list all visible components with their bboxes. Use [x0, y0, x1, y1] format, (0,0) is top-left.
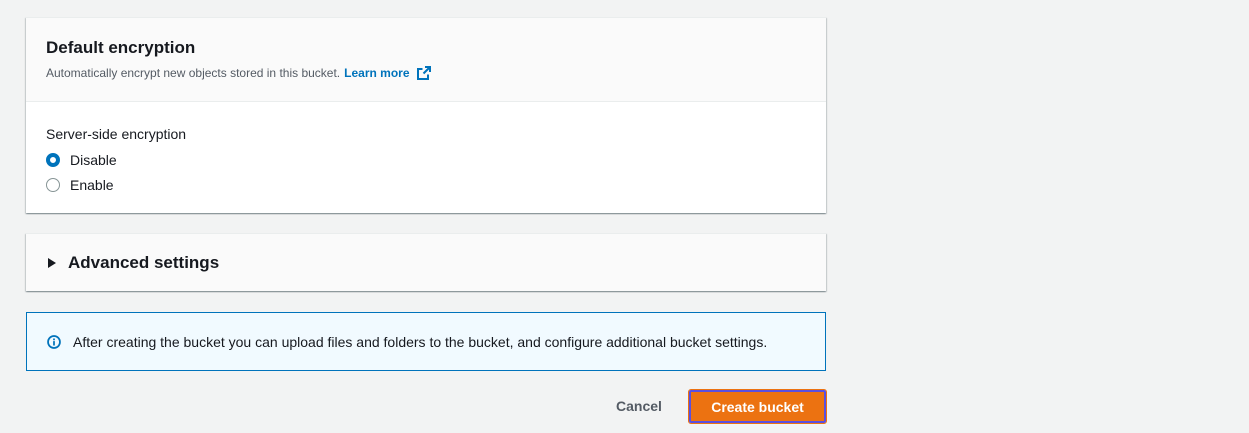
default-encryption-description: Automatically encrypt new objects stored…	[46, 65, 806, 81]
server-side-encryption-label: Server-side encryption	[46, 126, 187, 142]
learn-more-label: Learn more	[344, 66, 410, 80]
radio-disable[interactable]	[46, 152, 60, 167]
external-link-icon	[416, 66, 431, 80]
radio-option-disable[interactable]: Disable	[46, 147, 806, 172]
info-alert-text: After creating the bucket you can upload…	[73, 333, 768, 350]
radio-enable[interactable]	[46, 177, 60, 192]
info-alert: After creating the bucket you can upload…	[26, 312, 826, 371]
default-encryption-title: Default encryption	[46, 38, 196, 57]
description-text: Automatically encrypt new objects stored…	[46, 66, 341, 80]
default-encryption-body: Server-side encryption Disable Enable	[26, 102, 826, 197]
create-bucket-button[interactable]: Create bucket	[688, 389, 827, 424]
radio-enable-label: Enable	[70, 176, 114, 193]
advanced-settings-title: Advanced settings	[68, 252, 220, 272]
cancel-button[interactable]: Cancel	[606, 390, 672, 423]
learn-more-link[interactable]: Learn more	[344, 65, 431, 81]
info-icon	[47, 334, 61, 349]
default-encryption-panel: Default encryption Automatically encrypt…	[26, 17, 826, 213]
radio-option-enable[interactable]: Enable	[46, 172, 806, 197]
advanced-settings-expander[interactable]: Advanced settings	[26, 233, 826, 291]
default-encryption-header: Default encryption Automatically encrypt…	[26, 18, 826, 102]
radio-disable-label: Disable	[70, 151, 117, 168]
caret-right-icon	[48, 257, 56, 268]
form-actions: Cancel Create bucket	[26, 389, 827, 424]
